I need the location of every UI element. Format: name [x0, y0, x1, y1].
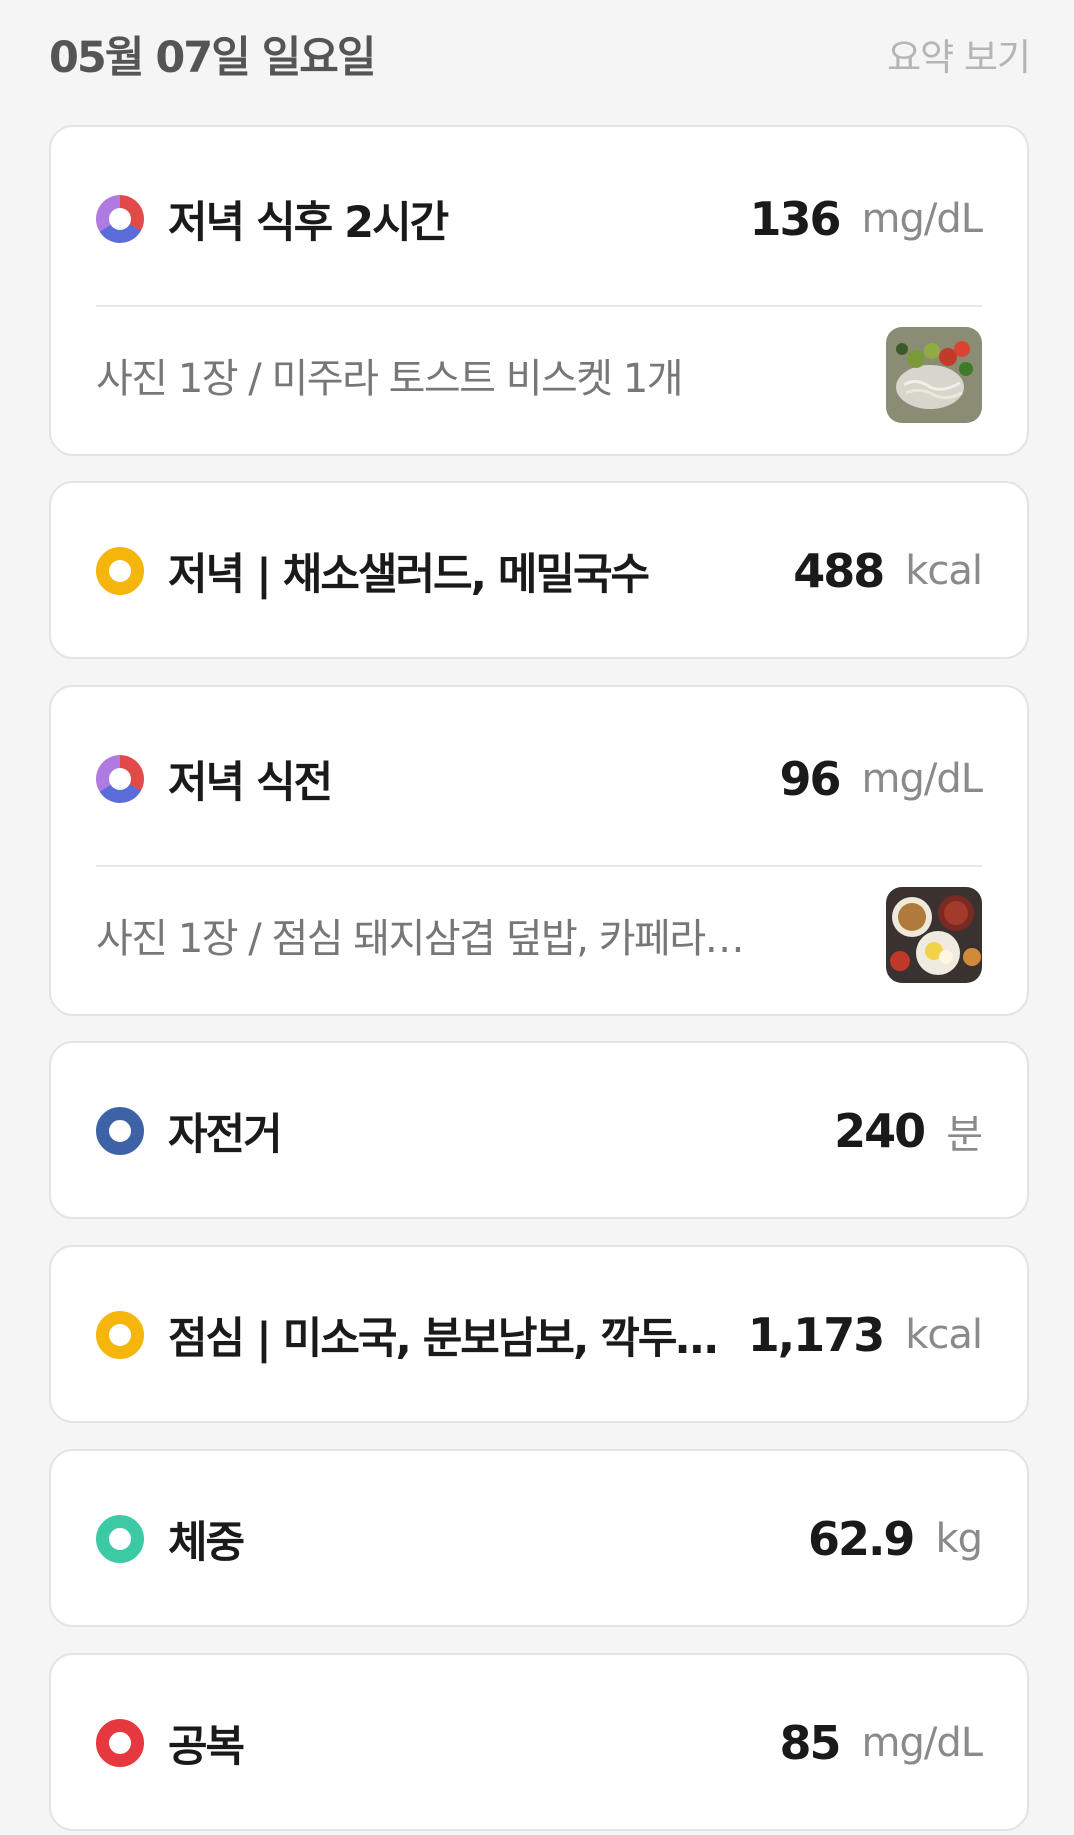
log-card-glucose-pre-dinner[interactable]: 저녁 식전 96 mg/dL 사진 1장 / 점심 돼지삼겹 덮밥, 카페라… — [49, 685, 1029, 1016]
log-card-meal-dinner[interactable]: 저녁 | 채소샐러드, 메밀국수 488 kcal — [49, 481, 1029, 659]
meal-ring-icon — [96, 1311, 144, 1359]
entry-value: 240 — [834, 1104, 926, 1158]
entry-unit: kcal — [905, 548, 983, 594]
entry-value: 1,173 — [747, 1308, 886, 1362]
entry-title: 체중 — [168, 1518, 245, 1568]
divider — [96, 305, 982, 307]
entry-value: 62.9 — [807, 1512, 915, 1566]
divider — [96, 865, 982, 867]
entry-title: 공복 — [168, 1722, 245, 1772]
glucose-ring-icon — [96, 755, 144, 803]
weight-ring-icon — [96, 1515, 144, 1563]
day-header: 05월 07일 일요일 요약 보기 — [49, 27, 1031, 83]
entry-value: 488 — [793, 544, 885, 598]
entry-value: 85 — [779, 1716, 841, 1770]
entry-photo-note: 사진 1장 / 미주라 토스트 비스켓 1개 — [96, 356, 683, 402]
lunch-photo-thumbnail[interactable] — [886, 887, 982, 983]
log-card-exercise[interactable]: 자전거 240 분 — [49, 1041, 1029, 1219]
entry-value: 96 — [779, 752, 841, 806]
entry-title: 점심 | 미소국, 분보남보, 깍두… — [168, 1314, 718, 1364]
entry-unit: mg/dL — [861, 756, 983, 802]
date-title: 05월 07일 일요일 — [49, 33, 376, 83]
entry-title: 저녁 식전 — [168, 758, 333, 808]
log-card-glucose-post-dinner[interactable]: 저녁 식후 2시간 136 mg/dL 사진 1장 / 미주라 토스트 비스켓 … — [49, 125, 1029, 456]
salad-photo-thumbnail[interactable] — [886, 327, 982, 423]
entry-photo-note: 사진 1장 / 점심 돼지삼겹 덮밥, 카페라… — [96, 916, 744, 962]
log-card-fasting[interactable]: 공복 85 mg/dL — [49, 1653, 1029, 1831]
log-card-weight[interactable]: 체중 62.9 kg — [49, 1449, 1029, 1627]
entry-unit: 분 — [946, 1112, 983, 1158]
fasting-ring-icon — [96, 1719, 144, 1767]
entry-value: 136 — [749, 192, 841, 246]
entry-unit: kcal — [905, 1312, 983, 1358]
entry-unit: mg/dL — [861, 1720, 983, 1766]
entry-title: 저녁 식후 2시간 — [168, 198, 449, 248]
entry-title: 저녁 | 채소샐러드, 메밀국수 — [168, 550, 650, 600]
meal-ring-icon — [96, 547, 144, 595]
exercise-ring-icon — [96, 1107, 144, 1155]
entry-unit: kg — [935, 1516, 983, 1562]
glucose-ring-icon — [96, 195, 144, 243]
entry-title: 자전거 — [168, 1110, 283, 1160]
entry-unit: mg/dL — [861, 196, 983, 242]
log-card-meal-lunch[interactable]: 점심 | 미소국, 분보남보, 깍두… 1,173 kcal — [49, 1245, 1029, 1423]
summary-view-link[interactable]: 요약 보기 — [887, 27, 1031, 81]
